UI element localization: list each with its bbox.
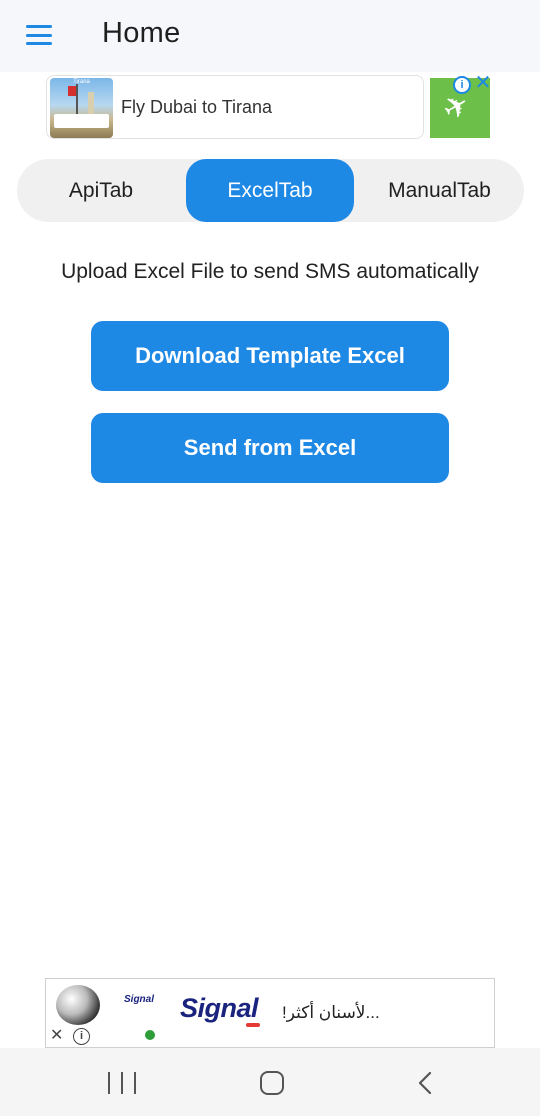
ad-info-icon[interactable]: i: [453, 76, 471, 94]
ad-brand-logo: Signal: [180, 993, 259, 1023]
tab-manual[interactable]: ManualTab: [355, 159, 524, 222]
page-title: Home: [102, 17, 181, 49]
ad-thumbnail-image: Tirana: [50, 78, 113, 138]
download-template-button[interactable]: Download Template Excel: [91, 321, 449, 391]
ad-thumbnail-caption: Tirana: [73, 79, 90, 85]
app-bar: Home: [0, 0, 540, 72]
ad-close-icon[interactable]: ✕: [474, 73, 492, 93]
ad-card[interactable]: Tirana Fly Dubai to Tirana: [46, 75, 424, 139]
ad-headline[interactable]: Fly Dubai to Tirana: [121, 97, 272, 118]
tab-excel[interactable]: ExcelTab: [186, 159, 354, 222]
menu-icon[interactable]: [22, 22, 56, 48]
send-from-excel-button[interactable]: Send from Excel: [91, 413, 449, 483]
ad-badge-icon: [145, 1030, 155, 1040]
tab-bar: ApiTab ExcelTab ManualTab: [17, 159, 524, 222]
tab-api[interactable]: ApiTab: [17, 159, 185, 222]
recent-apps-icon[interactable]: [108, 1072, 136, 1094]
instruction-text: Upload Excel File to send SMS automatica…: [61, 260, 479, 283]
ad-brand-swoosh: [246, 1023, 260, 1027]
bottom-banner-ad[interactable]: Signal Signal ...لأسنان أكثر! ✕ i: [45, 978, 495, 1048]
system-nav-bar: [0, 1048, 540, 1116]
ad-close-icon[interactable]: ✕: [50, 1027, 64, 1045]
ad-tagline[interactable]: ...لأسنان أكثر!: [282, 1003, 380, 1023]
top-banner-ad[interactable]: Tirana Fly Dubai to Tirana ✈ i ✕: [46, 73, 492, 141]
ad-small-logo: Signal: [124, 994, 155, 1005]
ad-product-image: [56, 985, 100, 1025]
home-icon[interactable]: [260, 1071, 284, 1095]
ad-info-icon[interactable]: i: [73, 1028, 90, 1045]
back-icon[interactable]: [417, 1072, 433, 1094]
